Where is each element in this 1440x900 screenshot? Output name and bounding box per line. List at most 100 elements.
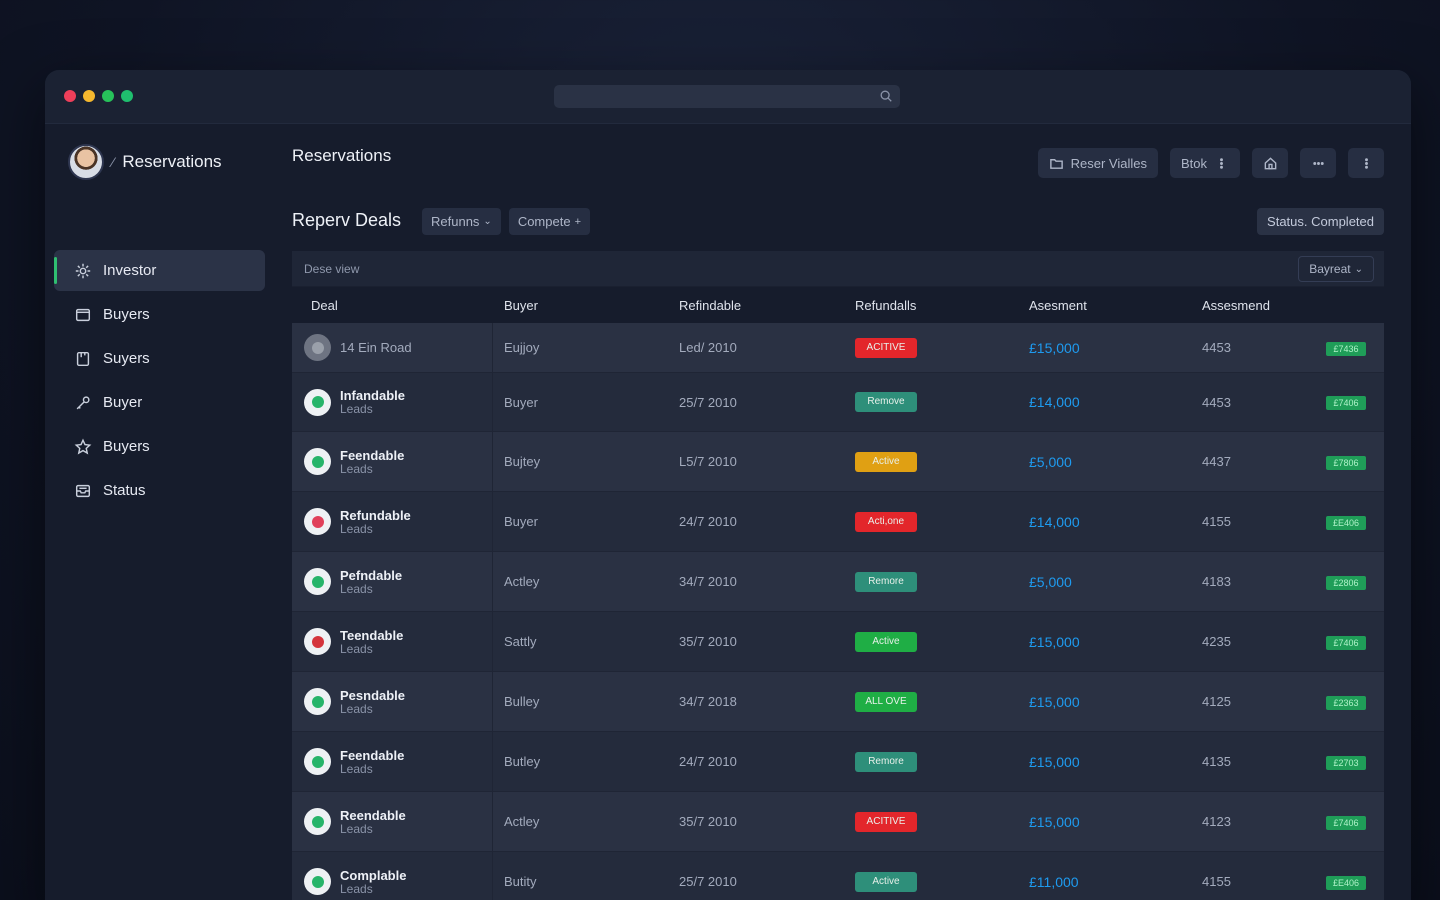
status-badge[interactable]: Remove bbox=[855, 392, 917, 412]
table-row[interactable]: Reendable Leads Actley 35/7 2010 ACITIVE £15,… bbox=[292, 792, 1384, 852]
plus-icon: + bbox=[574, 215, 581, 228]
deal-logo-icon bbox=[304, 628, 331, 655]
extra-window-button[interactable] bbox=[121, 90, 133, 102]
deal-subtitle: Leads bbox=[340, 402, 373, 416]
sidebar-item-investor[interactable]: Investor bbox=[54, 250, 265, 291]
more-vertical-button[interactable] bbox=[1348, 148, 1384, 178]
column-header-buyer[interactable]: Buyer bbox=[504, 298, 538, 313]
column-divider bbox=[492, 612, 493, 671]
status-badge[interactable]: ALL OVE bbox=[855, 691, 917, 712]
sidebar-item-label: Buyer bbox=[103, 394, 143, 411]
status-badge[interactable]: Acti,one bbox=[855, 511, 917, 532]
sidebar: ⁄ Reservations Investor Buyers Suyers Bu… bbox=[45, 124, 275, 900]
status-badge[interactable]: Remore bbox=[855, 751, 917, 772]
sidebar-item-buyers-2[interactable]: Buyers bbox=[54, 426, 265, 467]
sidebar-item-buyer[interactable]: Buyer bbox=[54, 382, 265, 423]
status-cell: Active bbox=[855, 451, 917, 472]
deal-text: Complable Leads bbox=[340, 868, 406, 896]
status-badge[interactable]: ACITIVE bbox=[855, 811, 917, 832]
key-icon bbox=[76, 395, 90, 409]
deal-title[interactable]: Reendable bbox=[340, 808, 406, 823]
complete-filter[interactable]: Compete + bbox=[508, 208, 590, 235]
amount-tag: £7406 bbox=[1326, 396, 1366, 410]
sidebar-item-status[interactable]: Status bbox=[54, 470, 265, 511]
column-header-refindable[interactable]: Refindable bbox=[679, 298, 741, 313]
deal-title[interactable]: Complable bbox=[340, 868, 406, 883]
deal-subtitle: Leads bbox=[340, 881, 373, 896]
deal-title[interactable]: Feendable bbox=[340, 748, 404, 763]
table-row[interactable]: Pefndable Leads Actley 34/7 2010 Remore £5,00… bbox=[292, 552, 1384, 612]
avatar[interactable] bbox=[68, 144, 104, 180]
column-header-asesment[interactable]: Asesment bbox=[1029, 298, 1087, 313]
date-cell: 35/7 2010 bbox=[679, 634, 737, 649]
document-icon bbox=[76, 351, 90, 366]
deal-title[interactable]: 14 Ein Road bbox=[340, 340, 412, 355]
status-badge[interactable]: Remore bbox=[855, 571, 917, 592]
minimize-window-button[interactable] bbox=[83, 90, 95, 102]
column-header-refundalls[interactable]: Refundalls bbox=[855, 298, 916, 313]
maximize-window-button[interactable] bbox=[102, 90, 114, 102]
more-horizontal-button[interactable] bbox=[1300, 148, 1336, 178]
sort-dropdown[interactable]: Bayreat ⌄ bbox=[1298, 256, 1374, 282]
table-row[interactable]: Refundable Leads Buyer 24/7 2010 Acti,one £14… bbox=[292, 492, 1384, 552]
tag-cell: £7406 bbox=[1326, 634, 1366, 650]
buyer-cell: Bujtey bbox=[504, 454, 541, 469]
table-row[interactable]: 14 Ein Road Eujjoy Led/ 2010 ACITIVE £15,000… bbox=[292, 323, 1384, 373]
date-cell: 34/7 2010 bbox=[679, 574, 737, 589]
deal-logo-icon bbox=[304, 688, 331, 715]
deal-title[interactable]: Teendable bbox=[340, 628, 403, 643]
folder-icon bbox=[1049, 158, 1063, 169]
sidebar-item-suyers[interactable]: Suyers bbox=[54, 338, 265, 379]
deal-title[interactable]: Pefndable bbox=[340, 568, 402, 583]
table-row[interactable]: Feendable Leads Butley 24/7 2010 Remore £15,0… bbox=[292, 732, 1384, 792]
deal-cell: Pesndable Leads bbox=[304, 688, 405, 716]
amount-tag: £2703 bbox=[1326, 755, 1366, 770]
home-button[interactable] bbox=[1252, 148, 1288, 178]
table-row[interactable]: Infandable Leads Buyer 25/7 2010 Remove £14,0… bbox=[292, 373, 1384, 432]
column-divider bbox=[492, 432, 493, 491]
deal-text: Reendable Leads bbox=[340, 808, 406, 836]
status-cell: ACITIVE bbox=[855, 811, 917, 832]
main-content: Reservations Reser Vialles Btok Reperv D… bbox=[292, 124, 1411, 900]
amount-tag: £7406 bbox=[1326, 815, 1366, 830]
deal-subtitle: Leads bbox=[340, 641, 373, 656]
reset-values-button[interactable]: Reser Vialles bbox=[1037, 148, 1158, 178]
complete-filter-label: Compete bbox=[517, 214, 571, 229]
status-badge[interactable]: Active bbox=[855, 631, 917, 652]
close-window-button[interactable] bbox=[64, 90, 76, 102]
date-cell: 24/7 2010 bbox=[679, 754, 737, 769]
chevron-down-icon: ⌄ bbox=[1354, 263, 1363, 275]
block-label: Btok bbox=[1180, 155, 1207, 171]
table-row[interactable]: Complable Leads Butity 25/7 2010 Active £11,0… bbox=[292, 852, 1384, 900]
more-vertical-icon bbox=[1364, 157, 1368, 169]
inbox-icon bbox=[75, 484, 91, 497]
deal-title[interactable]: Infandable bbox=[340, 388, 405, 403]
refunds-filter[interactable]: Refunns ⌄ bbox=[422, 208, 501, 235]
sidebar-item-buyers[interactable]: Buyers bbox=[54, 294, 265, 335]
amount-cell: £15,000 bbox=[1029, 339, 1080, 356]
status-badge[interactable]: ACITIVE bbox=[855, 337, 917, 358]
tag-cell: £7806 bbox=[1326, 454, 1366, 470]
reset-values-label: Reser Vialles bbox=[1070, 155, 1147, 171]
assessment-cell: 4155 bbox=[1202, 514, 1231, 529]
deal-title[interactable]: Pesndable bbox=[340, 688, 405, 703]
status-badge[interactable]: Active bbox=[855, 451, 917, 472]
table-toolbar: Dese view Bayreat ⌄ bbox=[292, 251, 1384, 287]
block-button[interactable]: Btok bbox=[1169, 148, 1240, 178]
column-header-deal[interactable]: Deal bbox=[311, 298, 338, 313]
buyer-cell: Actley bbox=[504, 574, 540, 589]
table-row[interactable]: Teendable Leads Sattly 35/7 2010 Active £15,0… bbox=[292, 612, 1384, 672]
status-badge[interactable]: Status. Completed bbox=[1257, 208, 1384, 235]
filters: Refunns ⌄ Compete + bbox=[422, 208, 590, 235]
deal-title[interactable]: Refundable bbox=[340, 508, 411, 523]
table-row[interactable]: Feendable Leads Bujtey L5/7 2010 Active £5,00… bbox=[292, 432, 1384, 492]
status-badge[interactable]: Active bbox=[855, 871, 917, 892]
column-header-assesmend[interactable]: Assesmend bbox=[1202, 298, 1270, 313]
search-input[interactable] bbox=[554, 85, 900, 108]
amount-cell: £15,000 bbox=[1029, 753, 1080, 770]
deal-subtitle: Leads bbox=[340, 581, 373, 596]
deal-text: Refundable Leads bbox=[340, 508, 411, 536]
deal-title[interactable]: Feendable bbox=[340, 448, 404, 463]
table-row[interactable]: Pesndable Leads Bulley 34/7 2018 ALL OVE £15,… bbox=[292, 672, 1384, 732]
deal-logo-icon bbox=[304, 388, 331, 416]
